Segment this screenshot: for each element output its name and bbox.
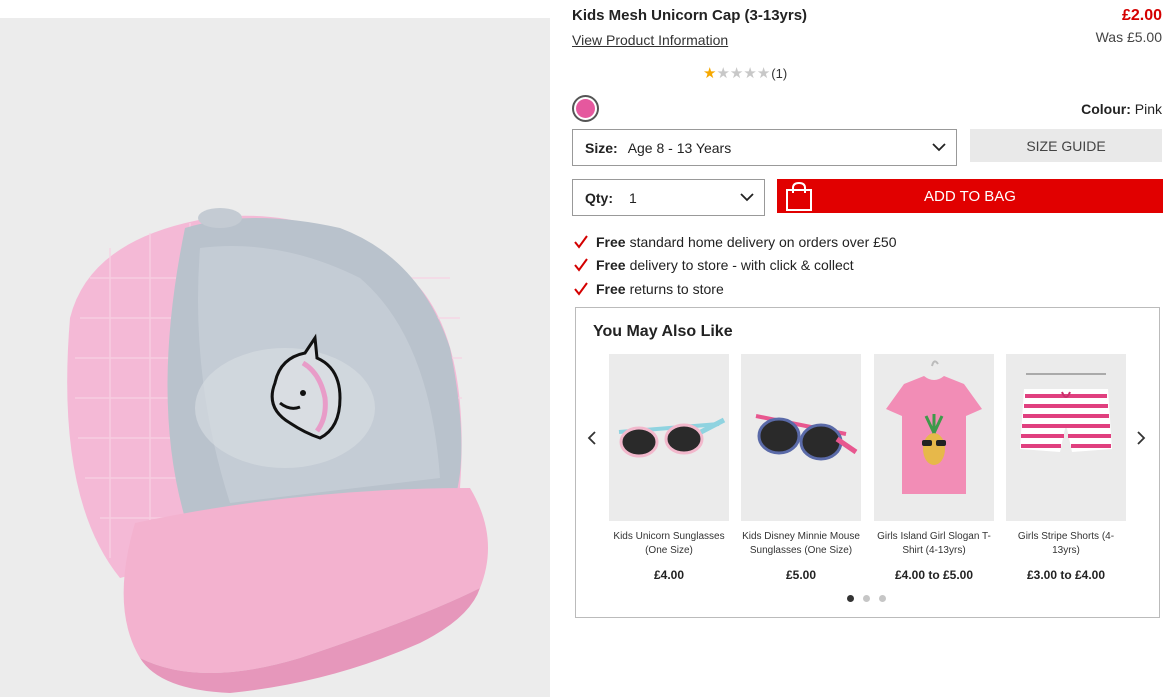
product-card-image [741,354,861,521]
rating[interactable]: ★ ★ ★ ★ ★ (1) [703,66,787,81]
size-label: Size: [585,139,618,156]
product-card-price: £4.00 to £5.00 [894,568,974,582]
checkmark-icon [574,258,588,272]
benefit-bold: Free [596,257,626,274]
product-card-name: Kids Unicorn Sunglasses (One Size) [613,531,725,556]
star-empty-icon: ★ [729,65,744,82]
benefit-item: Free standard home delivery on orders ov… [574,230,897,254]
qty-label: Qty: [585,189,613,206]
benefit-item: Free delivery to store - with click & co… [574,254,897,278]
size-select[interactable]: Size: Age 8 - 13 Years [572,129,957,166]
benefit-bold: Free [596,280,626,297]
star-empty-icon: ★ [743,65,757,82]
sunglasses-icon [609,354,729,521]
carousel-prev-arrow-icon[interactable] [584,428,600,448]
product-card-image [609,354,729,521]
shorts-icon [1006,354,1126,521]
product-title: Kids Mesh Unicorn Cap (3-13yrs) [572,7,808,24]
product-card-image [1006,354,1126,521]
product-card-price: £5.00 [785,568,817,582]
add-to-bag-button[interactable]: ADD TO BAG [777,179,1163,213]
checkmark-icon [574,282,588,296]
product-details-panel: Kids Mesh Unicorn Cap (3-13yrs) View Pro… [572,0,1164,697]
chevron-down-icon [740,193,754,202]
current-price: £2.00 [1121,7,1162,24]
star-empty-icon: ★ [756,65,771,82]
benefit-text: delivery to store - with click & collect [629,257,854,274]
benefit-text: returns to store [629,280,724,297]
cap-image [0,18,550,697]
colour-label: Colour: Pink [1081,101,1162,117]
carousel-next-arrow-icon[interactable] [1133,428,1149,448]
colour-value: Pink [1134,101,1162,117]
product-card[interactable]: Girls Stripe Shorts (4-13yrs) £3.00 to £… [1006,354,1126,582]
colour-label-title: Colour: [1081,101,1131,117]
qty-value: 1 [629,189,637,206]
view-product-info-link[interactable]: View Product Information [572,32,728,48]
product-card-price: £3.00 to £4.00 [1026,568,1106,582]
product-card[interactable]: Kids Disney Minnie Mouse Sunglasses (One… [741,354,861,582]
add-to-bag-label: ADD TO BAG [924,187,1016,205]
chevron-down-icon [932,143,946,152]
recommendations-carousel: You May Also Like Kids Unicorn Sunglasse… [575,307,1160,618]
carousel-dot[interactable] [847,595,854,602]
size-guide-button[interactable]: SIZE GUIDE [970,129,1162,162]
shopping-bag-icon [786,181,812,211]
was-price: Was £5.00 [1095,29,1162,45]
star-empty-icon: ★ [716,65,730,82]
rating-count: (1) [771,66,788,81]
star-filled-icon: ★ [703,65,717,82]
tshirt-icon [874,354,994,521]
qty-select[interactable]: Qty: 1 [572,179,765,216]
product-card[interactable]: Girls Island Girl Slogan T-Shirt (4-13yr… [874,354,994,582]
product-main-image[interactable] [0,18,550,697]
carousel-pagination [847,595,886,602]
product-card-price: £4.00 [653,568,685,582]
product-card-name: Girls Island Girl Slogan T-Shirt (4-13yr… [877,531,991,556]
swatch-color [576,99,595,118]
colour-swatch-pink[interactable] [572,95,599,122]
recommendations-title: You May Also Like [593,323,733,340]
benefit-text: standard home delivery on orders over £5… [629,233,897,250]
benefit-item: Free returns to store [574,277,897,301]
product-card-name: Girls Stripe Shorts (4-13yrs) [1017,531,1115,556]
delivery-benefits: Free standard home delivery on orders ov… [574,230,897,301]
product-card[interactable]: Kids Unicorn Sunglasses (One Size) £4.00 [609,354,729,582]
benefit-bold: Free [596,233,626,250]
checkmark-icon [574,235,588,249]
sunglasses-icon [741,354,861,521]
product-card-name: Kids Disney Minnie Mouse Sunglasses (One… [742,531,860,556]
product-card-image [874,354,994,521]
carousel-dot[interactable] [879,595,886,602]
carousel-dot[interactable] [863,595,870,602]
size-value: Age 8 - 13 Years [627,139,732,156]
